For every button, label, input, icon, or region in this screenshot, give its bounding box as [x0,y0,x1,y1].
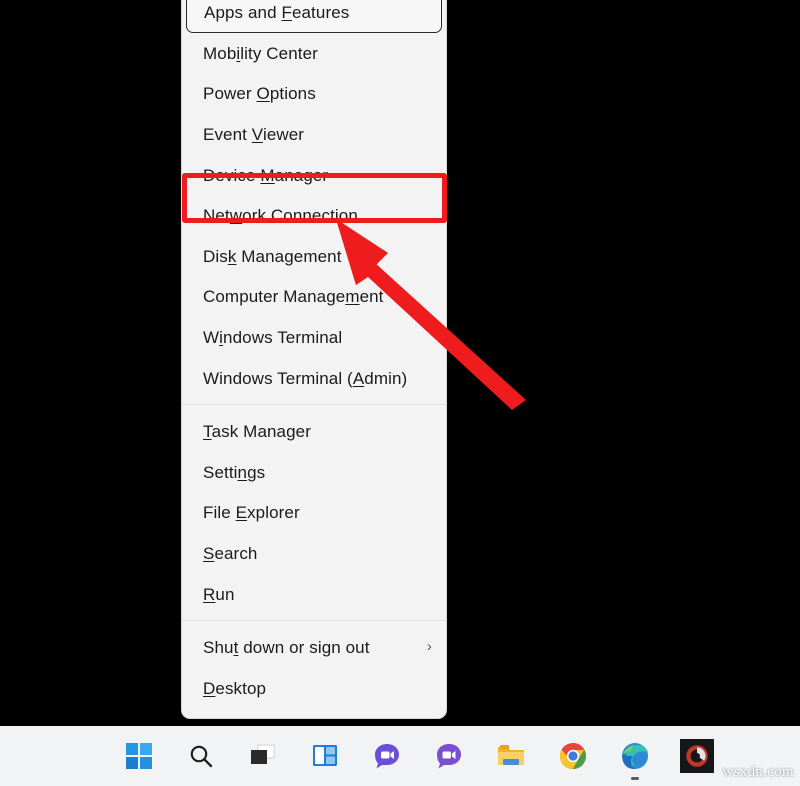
menu-item-mobility-center[interactable]: Mobility Center [182,33,446,74]
taskbar [0,726,800,786]
google-chrome-icon[interactable] [554,737,592,775]
menu-item-event-viewer[interactable]: Event Viewer [182,114,446,155]
menu-item-windows-terminal[interactable]: Windows Terminal [182,317,446,358]
menu-item-label: Apps and Features [204,4,349,21]
chevron-right-icon: › [427,639,432,654]
menu-item-task-manager[interactable]: Task Manager [182,411,446,452]
menu-item-file-explorer[interactable]: File Explorer [182,493,446,534]
menu-item-disk-management[interactable]: Disk Management [182,236,446,277]
menu-item-shut-down-or-sign-out[interactable]: Shut down or sign out › [182,627,446,668]
menu-item-computer-management[interactable]: Computer Management [182,277,446,318]
file-explorer-icon[interactable] [492,737,530,775]
windows-logo-icon [126,743,152,769]
menu-item-windows-terminal-admin[interactable]: Windows Terminal (Admin) [182,358,446,399]
menu-group: Task Manager Settings File Explorer Search R… [182,411,446,614]
menu-item-label: Task Manager [203,423,311,440]
menu-item-run[interactable]: Run [182,574,446,615]
meet-icon[interactable] [430,737,468,775]
task-view-icon[interactable] [244,737,282,775]
menu-item-label: Power Options [203,85,316,102]
chat-icon[interactable] [368,737,406,775]
menu-separator [182,620,446,621]
search-icon[interactable] [182,737,220,775]
menu-item-label: Mobility Center [203,45,318,62]
menu-item-label: Network Connection [203,207,358,224]
menu-item-power-options[interactable]: Power Options [182,74,446,115]
widgets-icon[interactable] [306,737,344,775]
menu-item-label: Run [203,586,235,603]
microsoft-edge-icon[interactable] [616,737,654,775]
menu-item-settings[interactable]: Settings [182,452,446,493]
start-button[interactable] [120,737,158,775]
menu-item-search[interactable]: Search [182,533,446,574]
site-watermark: wsxdn.com [723,764,794,781]
menu-item-label: Device Manager [203,167,328,184]
menu-group: Shut down or sign out › Desktop [182,627,446,708]
menu-item-label: Computer Management [203,288,384,305]
menu-item-label: Windows Terminal (Admin) [203,370,407,387]
menu-item-label: Windows Terminal [203,329,342,346]
menu-item-device-manager[interactable]: Device Manager [182,155,446,196]
menu-item-desktop[interactable]: Desktop [182,668,446,709]
menu-group: Apps and Features Mobility Center Power Op… [182,0,446,398]
menu-item-label: Settings [203,464,265,481]
menu-separator [182,404,446,405]
menu-item-apps-and-features[interactable]: Apps and Features [186,0,442,33]
menu-item-label: Search [203,545,257,562]
dark-app-icon[interactable] [678,737,716,775]
menu-item-label: Event Viewer [203,126,304,143]
menu-item-network-connection[interactable]: Network Connection [182,195,446,236]
menu-item-label: File Explorer [203,504,300,521]
running-indicator [631,777,639,780]
menu-item-label: Shut down or sign out [203,639,370,656]
menu-item-label: Desktop [203,680,266,697]
menu-item-label: Disk Management [203,248,342,265]
win-x-quick-link-menu: Apps and Features Mobility Center Power Op… [181,0,447,719]
